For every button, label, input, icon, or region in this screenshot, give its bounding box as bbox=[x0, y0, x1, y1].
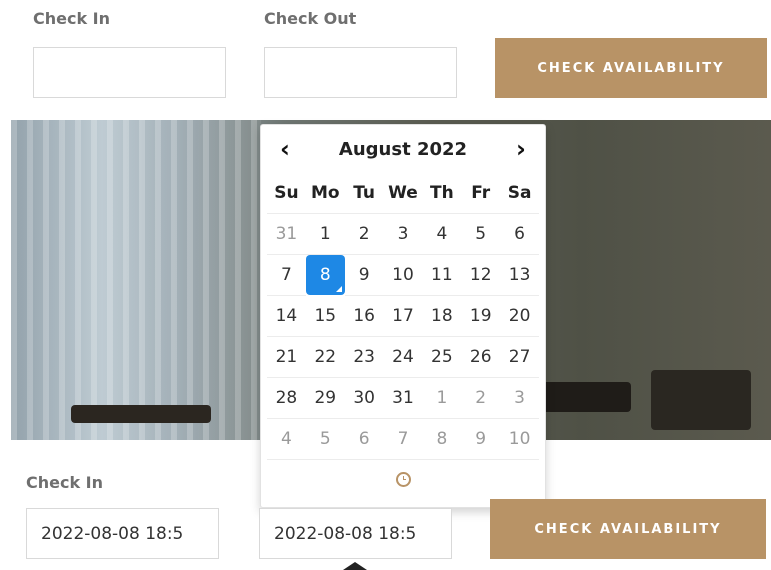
prev-month-button[interactable]: ‹ bbox=[261, 125, 309, 173]
day-cell[interactable]: 5 bbox=[305, 419, 345, 460]
clock-icon[interactable] bbox=[395, 471, 411, 487]
weekday-header: Sa bbox=[500, 173, 539, 214]
day-cell[interactable]: 7 bbox=[383, 419, 423, 460]
day-cell[interactable]: 23 bbox=[344, 337, 384, 378]
day-cell[interactable]: 4 bbox=[267, 419, 306, 460]
top-check-out-input[interactable] bbox=[264, 47, 457, 98]
day-cell[interactable]: 29 bbox=[305, 378, 345, 419]
day-cell[interactable]: 22 bbox=[305, 337, 345, 378]
top-check-in-label: Check In bbox=[33, 9, 111, 28]
bottom-check-in-input[interactable]: 2022-08-08 18:5 bbox=[26, 508, 219, 559]
day-cell[interactable]: 21 bbox=[267, 337, 306, 378]
day-cell[interactable]: 3 bbox=[383, 214, 423, 255]
datepicker-header: ‹ August 2022 › bbox=[261, 125, 545, 173]
day-cell[interactable]: 30 bbox=[344, 378, 384, 419]
day-cell[interactable]: 11 bbox=[422, 255, 462, 296]
day-cell[interactable]: 10 bbox=[500, 419, 539, 460]
day-cell[interactable]: 31 bbox=[267, 214, 306, 255]
day-cell[interactable]: 9 bbox=[344, 255, 384, 296]
day-cell-selected[interactable]: 8 bbox=[305, 255, 345, 295]
month-title[interactable]: August 2022 bbox=[339, 139, 467, 160]
day-cell[interactable]: 27 bbox=[500, 337, 539, 378]
day-cell[interactable]: 12 bbox=[461, 255, 501, 296]
day-cell[interactable]: 4 bbox=[422, 214, 462, 255]
day-cell[interactable]: 10 bbox=[383, 255, 423, 296]
day-cell[interactable]: 5 bbox=[461, 214, 501, 255]
day-cell[interactable]: 2 bbox=[461, 378, 501, 419]
caret-up-icon bbox=[343, 562, 367, 570]
day-cell[interactable]: 25 bbox=[422, 337, 462, 378]
day-cell[interactable]: 31 bbox=[383, 378, 423, 419]
day-cell[interactable]: 6 bbox=[344, 419, 384, 460]
day-cell[interactable]: 6 bbox=[500, 214, 539, 255]
weekday-header: Su bbox=[267, 173, 306, 214]
top-check-out-label: Check Out bbox=[264, 9, 357, 28]
top-check-in-input[interactable] bbox=[33, 47, 226, 98]
day-cell[interactable]: 7 bbox=[267, 255, 306, 296]
day-cell[interactable]: 1 bbox=[422, 378, 462, 419]
weekday-header: We bbox=[383, 173, 423, 214]
weekday-header: Fr bbox=[461, 173, 501, 214]
day-cell[interactable]: 15 bbox=[305, 296, 345, 337]
day-cell[interactable]: 17 bbox=[383, 296, 423, 337]
curtain-graphic bbox=[11, 120, 261, 440]
day-cell[interactable]: 18 bbox=[422, 296, 462, 337]
top-check-availability-button[interactable]: CHECK AVAILABILITY bbox=[495, 38, 767, 98]
weekday-header: Mo bbox=[305, 173, 345, 214]
day-cell[interactable]: 26 bbox=[461, 337, 501, 378]
day-cell[interactable]: 14 bbox=[267, 296, 306, 337]
day-cell[interactable]: 3 bbox=[500, 378, 539, 419]
day-cell[interactable]: 8 bbox=[422, 419, 462, 460]
day-cell[interactable]: 13 bbox=[500, 255, 539, 296]
day-cell[interactable]: 24 bbox=[383, 337, 423, 378]
calendar-grid: Su Mo Tu We Th Fr Sa 31 1 2 3 4 5 6 7 8 9 10 11 12 13 14 15 16 1… bbox=[267, 173, 539, 460]
day-cell[interactable]: 2 bbox=[344, 214, 384, 255]
day-cell[interactable]: 20 bbox=[500, 296, 539, 337]
day-cell[interactable]: 1 bbox=[305, 214, 345, 255]
next-month-button[interactable]: › bbox=[497, 125, 545, 173]
weekday-header: Tu bbox=[344, 173, 384, 214]
bottom-check-availability-button[interactable]: CHECK AVAILABILITY bbox=[490, 499, 766, 559]
time-picker-toggle[interactable] bbox=[261, 459, 545, 499]
day-cell[interactable]: 28 bbox=[267, 378, 306, 419]
bottom-check-in-label: Check In bbox=[26, 473, 104, 492]
day-cell[interactable]: 16 bbox=[344, 296, 384, 337]
chair-graphic bbox=[71, 405, 211, 423]
weekday-header: Th bbox=[422, 173, 462, 214]
day-cell[interactable]: 19 bbox=[461, 296, 501, 337]
bottom-check-out-input[interactable]: 2022-08-08 18:5 bbox=[259, 508, 452, 559]
datepicker-popup: ‹ August 2022 › Su Mo Tu We Th Fr Sa 31 1 2 3 4 5 6 7 8… bbox=[260, 124, 546, 508]
chair-graphic bbox=[651, 370, 751, 430]
day-cell[interactable]: 9 bbox=[461, 419, 501, 460]
chair-graphic bbox=[541, 382, 631, 412]
